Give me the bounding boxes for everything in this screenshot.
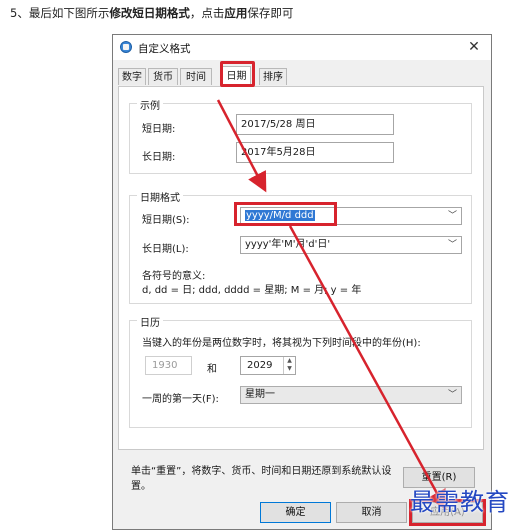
instruction-suffix: 保存即可 [247, 6, 294, 20]
chevron-down-icon[interactable]: ﹀ [448, 208, 457, 224]
reset-note: 单击“重置”，将数字、货币、时间和日期还原到系统默认设置。 [131, 466, 392, 492]
first-day-of-week-value[interactable]: 星期一 [245, 389, 275, 400]
dialog-title: 自定义格式 [138, 43, 191, 55]
first-day-of-week-combo[interactable]: 星期一 ﹀ [240, 386, 462, 404]
long-date-format-combo[interactable]: yyyy'年'M'月'd'日' ﹀ [240, 236, 462, 254]
chevron-down-icon[interactable]: ﹀ [448, 387, 457, 403]
instruction-prefix: 5、最后如下图所示 [10, 6, 110, 20]
tab-time[interactable]: 时间 [180, 68, 212, 85]
region-settings-icon [120, 41, 132, 53]
watermark-text: 最需教育 [410, 488, 510, 516]
customize-format-dialog: 自定义格式 ✕ 数字 货币 时间 日期 排序 示例 短日期: 2017/5/28… [112, 34, 492, 530]
long-date-format-value[interactable]: yyyy'年'M'月'd'日' [245, 239, 330, 250]
cancel-button[interactable]: 取消 [336, 502, 407, 523]
symbol-meaning-text: d, dd = 日; ddd, dddd = 星期; M = 月; y = 年 [142, 285, 362, 296]
instruction-bold-format: 修改短日期格式 [109, 6, 190, 20]
instruction-bold-apply: 应用 [224, 6, 248, 20]
tab-sort[interactable]: 排序 [259, 68, 287, 85]
instruction-middle: ，点击 [189, 6, 225, 20]
tab-number[interactable]: 数字 [118, 68, 146, 85]
example-long-label: 长日期: [142, 152, 176, 163]
calendar-group: 日历 当键入的年份是两位数字时，将其视为下列时间段中的年份(H): 1930 和… [129, 314, 472, 428]
example-legend: 示例 [137, 97, 163, 112]
tab-currency[interactable]: 货币 [148, 68, 178, 85]
date-tab-panel: 示例 短日期: 2017/5/28 周日 长日期: 2017年5月28日 日期格… [118, 86, 484, 450]
example-short-date-field: 2017/5/28 周日 [236, 114, 394, 135]
chevron-down-icon[interactable]: ﹀ [448, 237, 457, 253]
close-icon[interactable]: ✕ [463, 37, 485, 57]
example-group: 示例 短日期: 2017/5/28 周日 长日期: 2017年5月28日 [129, 97, 472, 174]
year-range-and-label: 和 [207, 364, 217, 375]
ok-button[interactable]: 确定 [260, 502, 331, 523]
dialog-titlebar[interactable]: 自定义格式 ✕ [113, 35, 491, 60]
year-range-end-spinner[interactable]: 2029 ▲ ▼ [240, 356, 296, 375]
example-short-label: 短日期: [142, 124, 176, 135]
calendar-legend: 日历 [137, 314, 163, 329]
symbol-meaning-label: 各符号的意义: [142, 271, 206, 282]
instruction-text: 5、最后如下图所示修改短日期格式，点击应用保存即可 [10, 5, 293, 21]
short-date-highlight-box [234, 202, 337, 226]
date-tab-highlight-box [220, 61, 255, 87]
date-format-legend: 日期格式 [137, 189, 183, 204]
long-date-format-label: 长日期(L): [142, 244, 189, 255]
year-range-end-value[interactable]: 2029 [247, 360, 272, 371]
spinner-arrows-icon[interactable]: ▲ ▼ [283, 357, 295, 374]
year-range-start-value: 1930 [152, 360, 178, 371]
example-long-date-field: 2017年5月28日 [236, 142, 394, 163]
two-digit-year-desc: 当键入的年份是两位数字时，将其视为下列时间段中的年份(H): [142, 338, 421, 349]
first-day-of-week-label: 一周的第一天(F): [142, 394, 219, 405]
year-range-start-field: 1930 [145, 356, 192, 375]
short-date-format-label: 短日期(S): [142, 215, 190, 226]
